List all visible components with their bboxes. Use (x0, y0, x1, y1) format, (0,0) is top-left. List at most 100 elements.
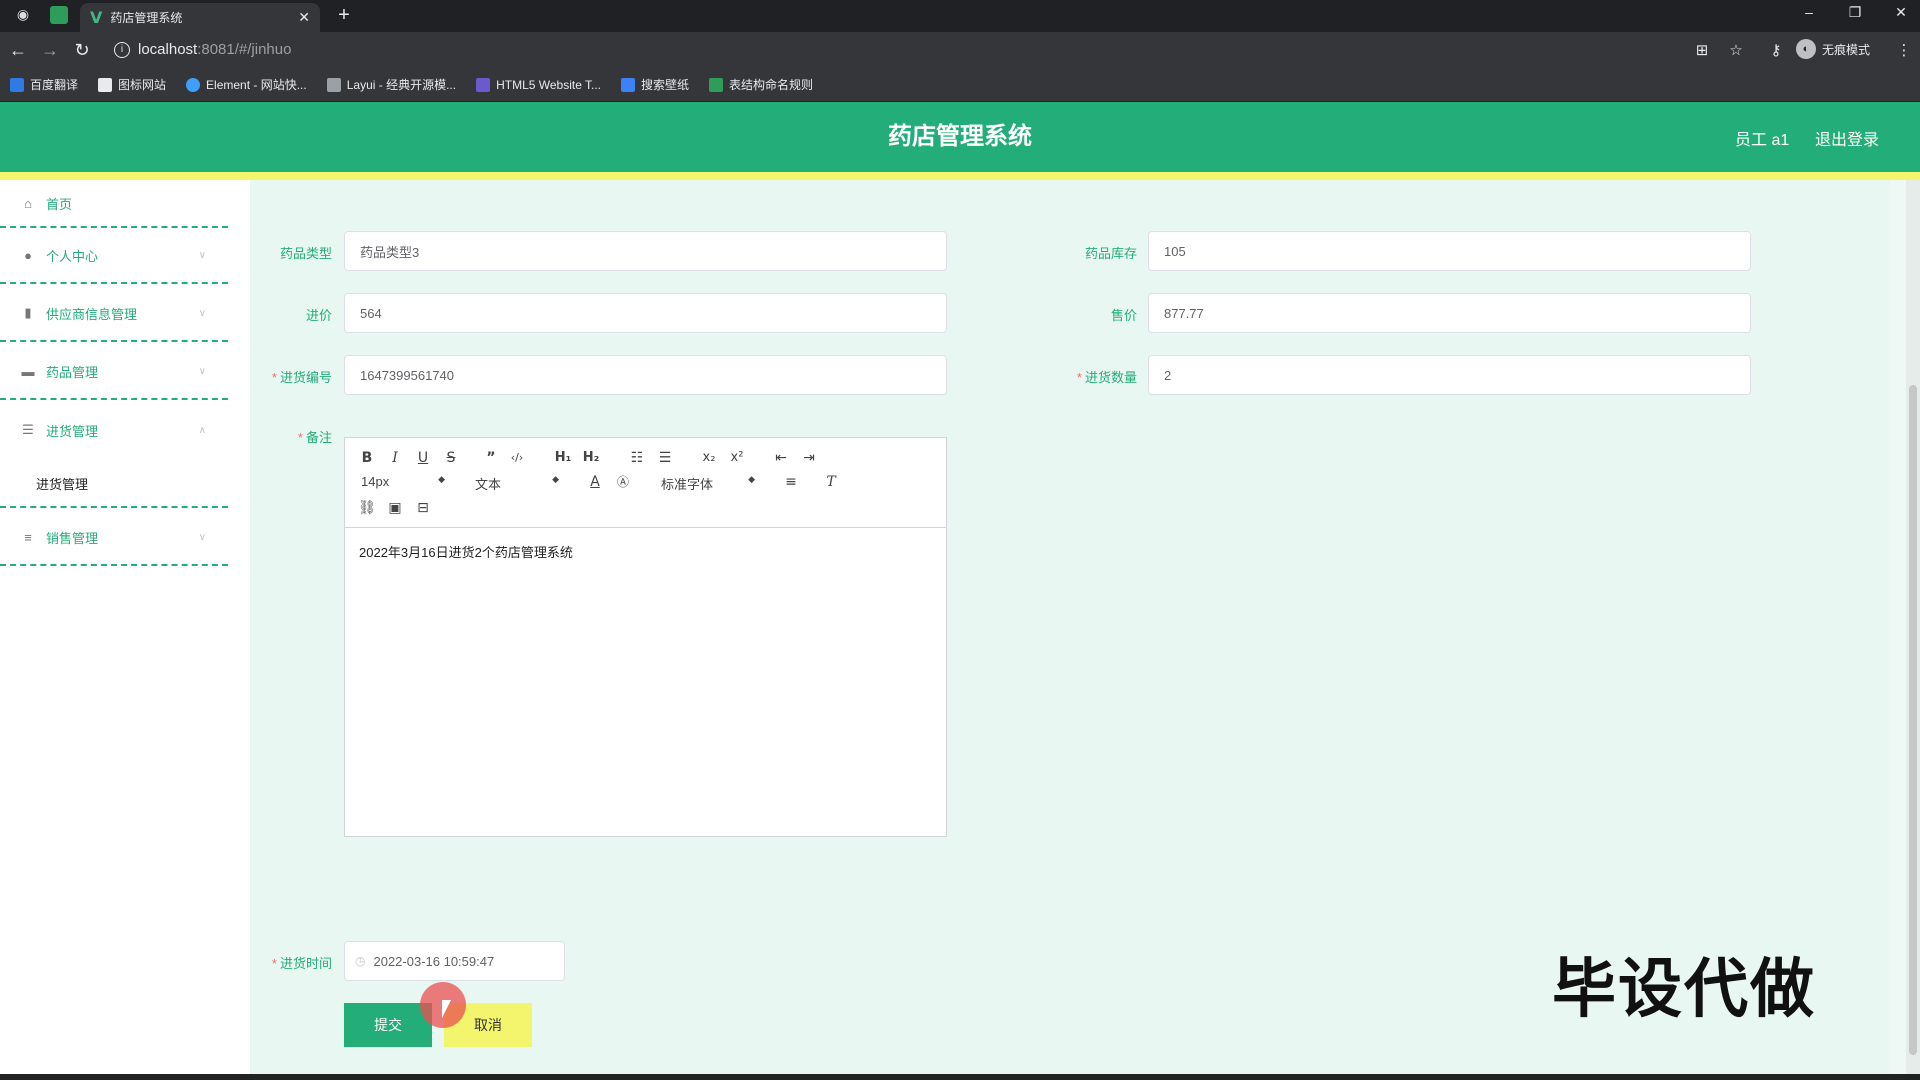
purchase-time-picker[interactable]: ◷ 2022-03-16 10:59:47 (344, 941, 565, 981)
sidebar-item-sales[interactable]: ≡ 销售管理 ∨ (0, 510, 228, 566)
restore-icon[interactable]: ❐ (1840, 4, 1870, 21)
italic-icon[interactable]: I (385, 448, 405, 468)
chevron-down-icon: ∨ (198, 365, 206, 377)
submenu-purchase-management[interactable]: 进货管理 (0, 460, 228, 508)
bookmark-item[interactable]: 表结构命名规则 (709, 76, 813, 93)
purchase-no-label: * 进货编号 (271, 370, 332, 385)
bookmark-item[interactable]: 图标网站 (98, 76, 166, 93)
block-type-select[interactable]: 文本 ◆ (475, 474, 559, 493)
list-icon: ☰ (22, 422, 34, 437)
browser-tab-bar: ◉ V 药店管理系统 ✕ + – ❐ ✕ (0, 0, 1920, 32)
indent-icon[interactable]: ⇥ (799, 448, 819, 468)
select-arrows-icon: ◆ (438, 474, 445, 484)
bullet-list-icon[interactable]: ☰ (655, 448, 675, 468)
sale-price-label: 售价 (1110, 308, 1137, 323)
purchase-price-label: 进价 (305, 308, 332, 323)
bookmarks-bar: 百度翻译 图标网站 Element - 网站快... Layui - 经典开源模… (0, 68, 1920, 102)
url-path: :8081/#/jinhuo (197, 41, 292, 58)
bookmark-item[interactable]: HTML5 Website T... (476, 77, 601, 92)
sheet-bookmark-icon (709, 77, 724, 92)
drug-type-label: 药品类型 (279, 246, 332, 261)
font-color-icon[interactable]: A (585, 472, 605, 492)
bookmark-item[interactable]: 百度翻译 (10, 76, 78, 93)
subscript-icon[interactable]: x₂ (699, 448, 719, 468)
chevron-down-icon: ∨ (198, 249, 206, 261)
layui-bookmark-icon (326, 77, 341, 92)
bookmark-item[interactable]: Layui - 经典开源模... (326, 76, 456, 93)
heading-2-icon[interactable]: H₂ (581, 448, 601, 468)
forward-icon[interactable]: → (38, 40, 62, 60)
align-icon[interactable]: ≡ (781, 472, 801, 492)
purchase-qty-input[interactable] (1148, 355, 1751, 395)
translate-icon[interactable]: ⊞ (1692, 41, 1712, 59)
select-arrows-icon: ◆ (748, 474, 755, 484)
background-color-icon[interactable]: Ⓐ (613, 472, 633, 492)
strikethrough-icon[interactable]: S (441, 448, 461, 468)
outdent-icon[interactable]: ⇤ (771, 448, 791, 468)
tab-close-icon[interactable]: ✕ (298, 9, 310, 26)
html5-bookmark-icon (476, 77, 491, 92)
chevron-down-icon: ∨ (198, 531, 206, 543)
bookmark-star-icon[interactable]: ☆ (1726, 41, 1746, 59)
header-accent-bar (0, 172, 1920, 180)
font-size-select[interactable]: 14px ◆ (361, 474, 445, 489)
remark-rich-editor: B I U S ” ‹/› H₁ H₂ ☷ ☰ x₂ x² ⇤ ⇥ 14px ◆ … (344, 437, 947, 837)
select-arrows-icon: ◆ (552, 474, 559, 484)
minimize-icon[interactable]: – (1794, 4, 1824, 20)
sidebar-item-profile[interactable]: ● 个人中心 ∨ (0, 228, 228, 284)
stock-input[interactable] (1148, 231, 1751, 271)
chevron-up-icon: ∧ (198, 424, 206, 436)
purchase-no-input[interactable] (344, 355, 947, 395)
image-icon[interactable]: ▣ (385, 498, 405, 518)
purchase-price-input[interactable] (344, 293, 947, 333)
site-info-icon[interactable]: i (114, 42, 130, 58)
sidebar-item-drugs[interactable]: ▬ 药品管理 ∨ (0, 344, 228, 400)
app-title: 药店管理系统 (888, 123, 1032, 150)
scrollbar-thumb[interactable] (1909, 385, 1917, 1055)
sidebar-item-label: 进货管理 (46, 423, 99, 439)
browser-more-icon[interactable]: ⋮ (1894, 41, 1914, 59)
purchase-qty-label: * 进货数量 (1076, 370, 1137, 385)
sidebar-item-label: 药品管理 (46, 364, 99, 380)
link-icon[interactable]: ⛓ (357, 498, 377, 518)
drug-type-input[interactable] (344, 231, 947, 271)
ordered-list-icon[interactable]: ☷ (627, 448, 647, 468)
current-user: 员工 a1 (1735, 132, 1790, 149)
sidebar-item-home[interactable]: ⌂ 首页 (0, 180, 228, 228)
font-family-select[interactable]: 标准字体 ◆ (661, 474, 755, 493)
superscript-icon[interactable]: x² (727, 448, 747, 468)
browser-menu-icon[interactable]: ◉ (10, 6, 36, 26)
new-tab-icon[interactable]: + (332, 4, 356, 27)
bookmark-item[interactable]: 搜索壁纸 (621, 76, 689, 93)
editor-content[interactable]: 2022年3月16日进货2个药店管理系统 (345, 528, 946, 575)
sidebar-item-purchase[interactable]: ☰ 进货管理 ∧ (0, 402, 228, 458)
vue-logo-icon: V (90, 8, 103, 27)
url-field[interactable]: localhost:8081/#/jinhuo (138, 41, 291, 58)
reload-icon[interactable]: ↻ (70, 40, 94, 60)
code-block-icon[interactable]: ‹/› (507, 448, 527, 468)
blockquote-icon[interactable]: ” (481, 448, 501, 468)
remark-label: * 备注 (297, 430, 332, 445)
clear-format-icon[interactable]: T (821, 472, 841, 492)
back-icon[interactable]: ← (6, 40, 30, 60)
window-close-icon[interactable]: ✕ (1886, 4, 1916, 21)
bookmark-item[interactable]: Element - 网站快... (186, 76, 307, 93)
key-icon[interactable]: ⚷ (1766, 41, 1786, 59)
pinned-tab[interactable] (50, 6, 68, 24)
page-scrollbar[interactable] (1906, 180, 1920, 1080)
browser-address-bar: ← → ↻ i localhost:8081/#/jinhuo ⊞ ☆ ⚷ ◐ … (0, 32, 1920, 68)
submit-button[interactable]: 提交 (344, 1003, 432, 1047)
sidebar: ⌂ 首页 ● 个人中心 ∨ ▮ 供应商信息管理 ∨ ▬ 药品管理 ∨ ☰ 进货管… (0, 180, 250, 1080)
bold-icon[interactable]: B (357, 448, 377, 468)
sidebar-item-label: 供应商信息管理 (46, 306, 138, 322)
sidebar-item-supplier[interactable]: ▮ 供应商信息管理 ∨ (0, 286, 228, 342)
logout-link[interactable]: 退出登录 (1815, 126, 1879, 150)
incognito-indicator[interactable]: ◐ 无痕模式 (1796, 39, 1870, 59)
underline-icon[interactable]: U (413, 448, 433, 468)
browser-tab-active[interactable]: V 药店管理系统 ✕ (80, 3, 320, 32)
heading-1-icon[interactable]: H₁ (553, 448, 573, 468)
video-icon[interactable]: ⊟ (413, 498, 433, 518)
sale-price-input[interactable] (1148, 293, 1751, 333)
incognito-icon: ◐ (1796, 39, 1816, 59)
sidebar-item-label: 首页 (46, 196, 73, 212)
